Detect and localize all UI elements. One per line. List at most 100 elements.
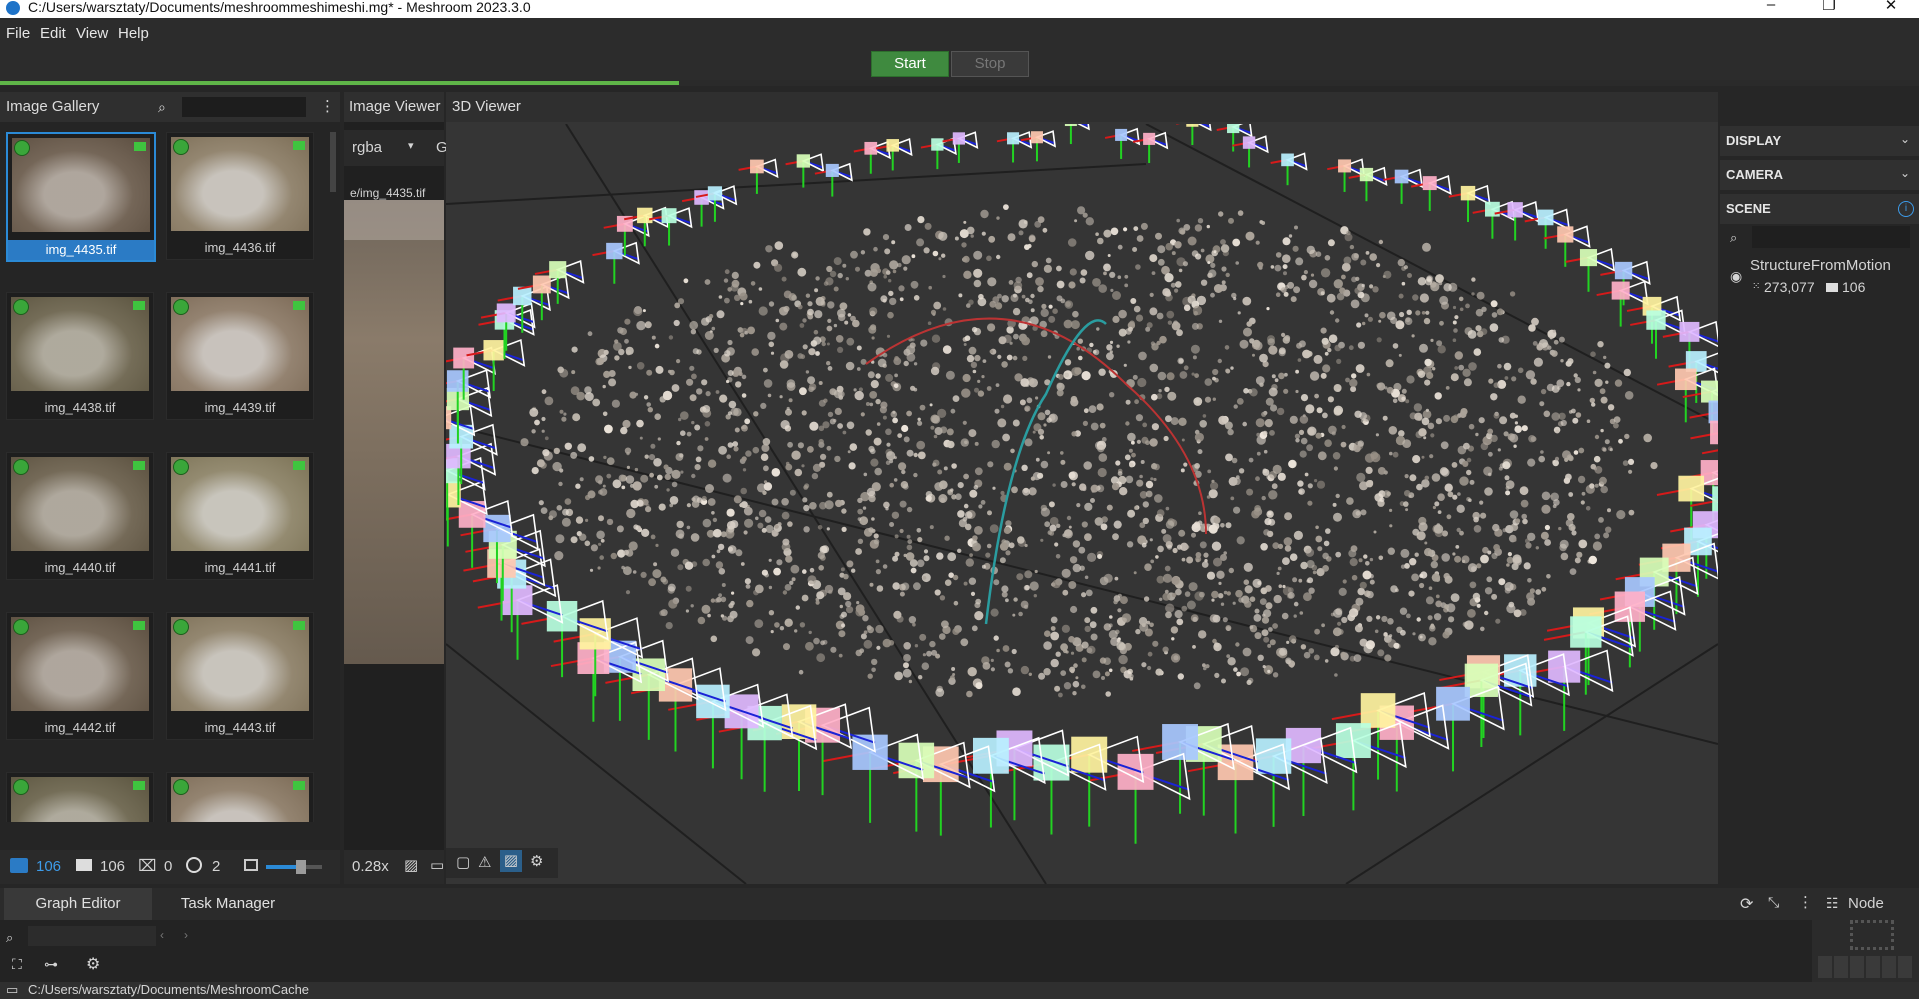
menu-file[interactable]: File: [6, 25, 30, 42]
point-cloud-point: [779, 322, 788, 331]
point-cloud-point: [1156, 312, 1164, 320]
tab-graph-editor[interactable]: Graph Editor: [4, 888, 152, 920]
camera-image-plane: [1614, 261, 1633, 280]
maximize-button[interactable]: ❐: [1806, 0, 1852, 18]
display-section[interactable]: DISPLAY: [1720, 126, 1919, 156]
point-cloud-point: [842, 263, 847, 268]
minimize-button[interactable]: –: [1748, 0, 1794, 18]
menu-edit[interactable]: Edit: [40, 25, 66, 42]
chevron-right-icon[interactable]: ›: [184, 928, 188, 942]
point-cloud-point: [1598, 517, 1604, 523]
fit-view-icon[interactable]: ⛶: [12, 956, 22, 973]
point-cloud-point: [1369, 253, 1377, 261]
point-cloud-point: [1013, 597, 1018, 602]
point-cloud-point: [1220, 602, 1225, 606]
grid-icon[interactable]: ▨: [500, 850, 522, 872]
bounding-box-icon[interactable]: ▢: [456, 853, 470, 871]
refresh-icon[interactable]: ⟳: [1740, 894, 1753, 914]
point-cloud-point: [1030, 308, 1035, 313]
point-cloud-point: [1475, 308, 1484, 317]
point-cloud-point: [1235, 642, 1240, 647]
tab-task-manager[interactable]: Task Manager: [156, 888, 300, 920]
info-icon[interactable]: i: [1898, 201, 1914, 217]
point-cloud-point: [1454, 555, 1462, 563]
point-cloud-point: [702, 405, 711, 413]
point-cloud-point: [961, 242, 967, 248]
point-cloud-point: [684, 561, 694, 570]
camera-image-plane: [1679, 321, 1700, 342]
close-button[interactable]: ✕: [1868, 0, 1914, 18]
more-options-icon[interactable]: ⋮: [320, 92, 335, 122]
start-button[interactable]: Start: [871, 51, 949, 77]
gallery-thumbnail[interactable]: [166, 772, 314, 822]
point-cloud-point: [1159, 335, 1167, 344]
settings-icon[interactable]: ⚙: [86, 954, 100, 974]
point-cloud-point: [978, 504, 983, 509]
graph-editor-area[interactable]: ⌕ ‹ › ⛶ ⊶ ⚙: [0, 920, 1812, 982]
scene-search-input[interactable]: [1752, 226, 1910, 248]
menu-view[interactable]: View: [76, 25, 108, 42]
chevron-down-icon[interactable]: ▾: [408, 139, 414, 152]
gallery-thumbnail[interactable]: img_4438.tif: [6, 292, 154, 420]
point-cloud-point: [1213, 516, 1221, 524]
viewer3d-canvas[interactable]: [446, 124, 1718, 884]
gallery-search-input[interactable]: [182, 97, 306, 117]
point-cloud-point: [993, 579, 1000, 586]
point-cloud-point: [1050, 631, 1060, 641]
point-cloud-point: [947, 552, 957, 562]
point-cloud-point: [840, 567, 845, 572]
eye-icon[interactable]: ◉: [1730, 268, 1742, 285]
camera-image-plane: [549, 261, 567, 279]
point-cloud-point: [1435, 600, 1443, 608]
expand-icon[interactable]: ⤡: [1768, 894, 1779, 911]
graph-search-input[interactable]: [28, 926, 156, 946]
camera-section[interactable]: CAMERA: [1720, 160, 1919, 190]
no-camera-icon[interactable]: ⌧: [138, 856, 156, 876]
gallery-thumbnail[interactable]: [6, 772, 154, 822]
gallery-thumbnail[interactable]: img_4441.tif: [166, 452, 314, 580]
layout-icon[interactable]: ⊶: [44, 956, 58, 973]
menu-help[interactable]: Help: [118, 25, 149, 42]
point-cloud-point: [1488, 378, 1494, 384]
gallery-thumbnail[interactable]: img_4436.tif: [166, 132, 314, 260]
point-cloud-point: [1116, 641, 1126, 651]
scene-node-name[interactable]: StructureFromMotion: [1750, 257, 1891, 274]
point-cloud-point: [973, 268, 983, 278]
chevron-down-icon[interactable]: ⌄: [1900, 166, 1910, 180]
point-cloud-point: [606, 473, 612, 479]
point-cloud-point: [890, 411, 898, 418]
chevron-left-icon[interactable]: ‹: [160, 928, 164, 942]
point-cloud-point: [788, 398, 793, 403]
channel-select[interactable]: rgba: [352, 139, 382, 156]
scene-section[interactable]: SCENE: [1720, 194, 1919, 224]
slider-handle[interactable]: [296, 860, 306, 874]
point-cloud-point: [967, 667, 977, 677]
gallery-grid: img_4435.tif img_4436.tif img_4438.tif img_…: [0, 132, 340, 822]
gallery-thumbnail[interactable]: img_4435.tif: [6, 132, 156, 262]
point-cloud-point: [1127, 326, 1133, 332]
settings-icon[interactable]: ⚙: [530, 852, 543, 870]
thumbnail-size-slider[interactable]: [266, 860, 322, 874]
gallery-thumbnail[interactable]: img_4439.tif: [166, 292, 314, 420]
point-cloud-point: [1033, 594, 1037, 598]
reconstructed-icon[interactable]: [186, 857, 202, 873]
point-cloud-point: [1607, 404, 1615, 411]
image-icon[interactable]: [10, 858, 28, 873]
gallery-thumbnail[interactable]: img_4442.tif: [6, 612, 154, 740]
more-options-icon[interactable]: ⋮: [1798, 893, 1813, 911]
camera-image-plane: [1064, 124, 1077, 127]
gallery-scrollbar[interactable]: [330, 132, 336, 192]
gallery-thumbnail[interactable]: img_4443.tif: [166, 612, 314, 740]
frame-icon[interactable]: ▭: [430, 856, 444, 874]
camera-icon[interactable]: [76, 859, 92, 871]
gallery-thumbnail[interactable]: img_4440.tif: [6, 452, 154, 580]
chevron-down-icon[interactable]: ⌄: [1900, 132, 1910, 146]
point-cloud-point: [849, 443, 858, 451]
point-cloud-point: [1085, 589, 1093, 597]
warning-icon[interactable]: ⚠: [478, 853, 491, 871]
hatch-icon[interactable]: ▨: [404, 856, 418, 874]
point-cloud-point: [579, 477, 584, 482]
stop-button[interactable]: Stop: [951, 51, 1029, 77]
point-cloud-point: [1003, 204, 1009, 210]
point-cloud-point: [1262, 665, 1266, 669]
